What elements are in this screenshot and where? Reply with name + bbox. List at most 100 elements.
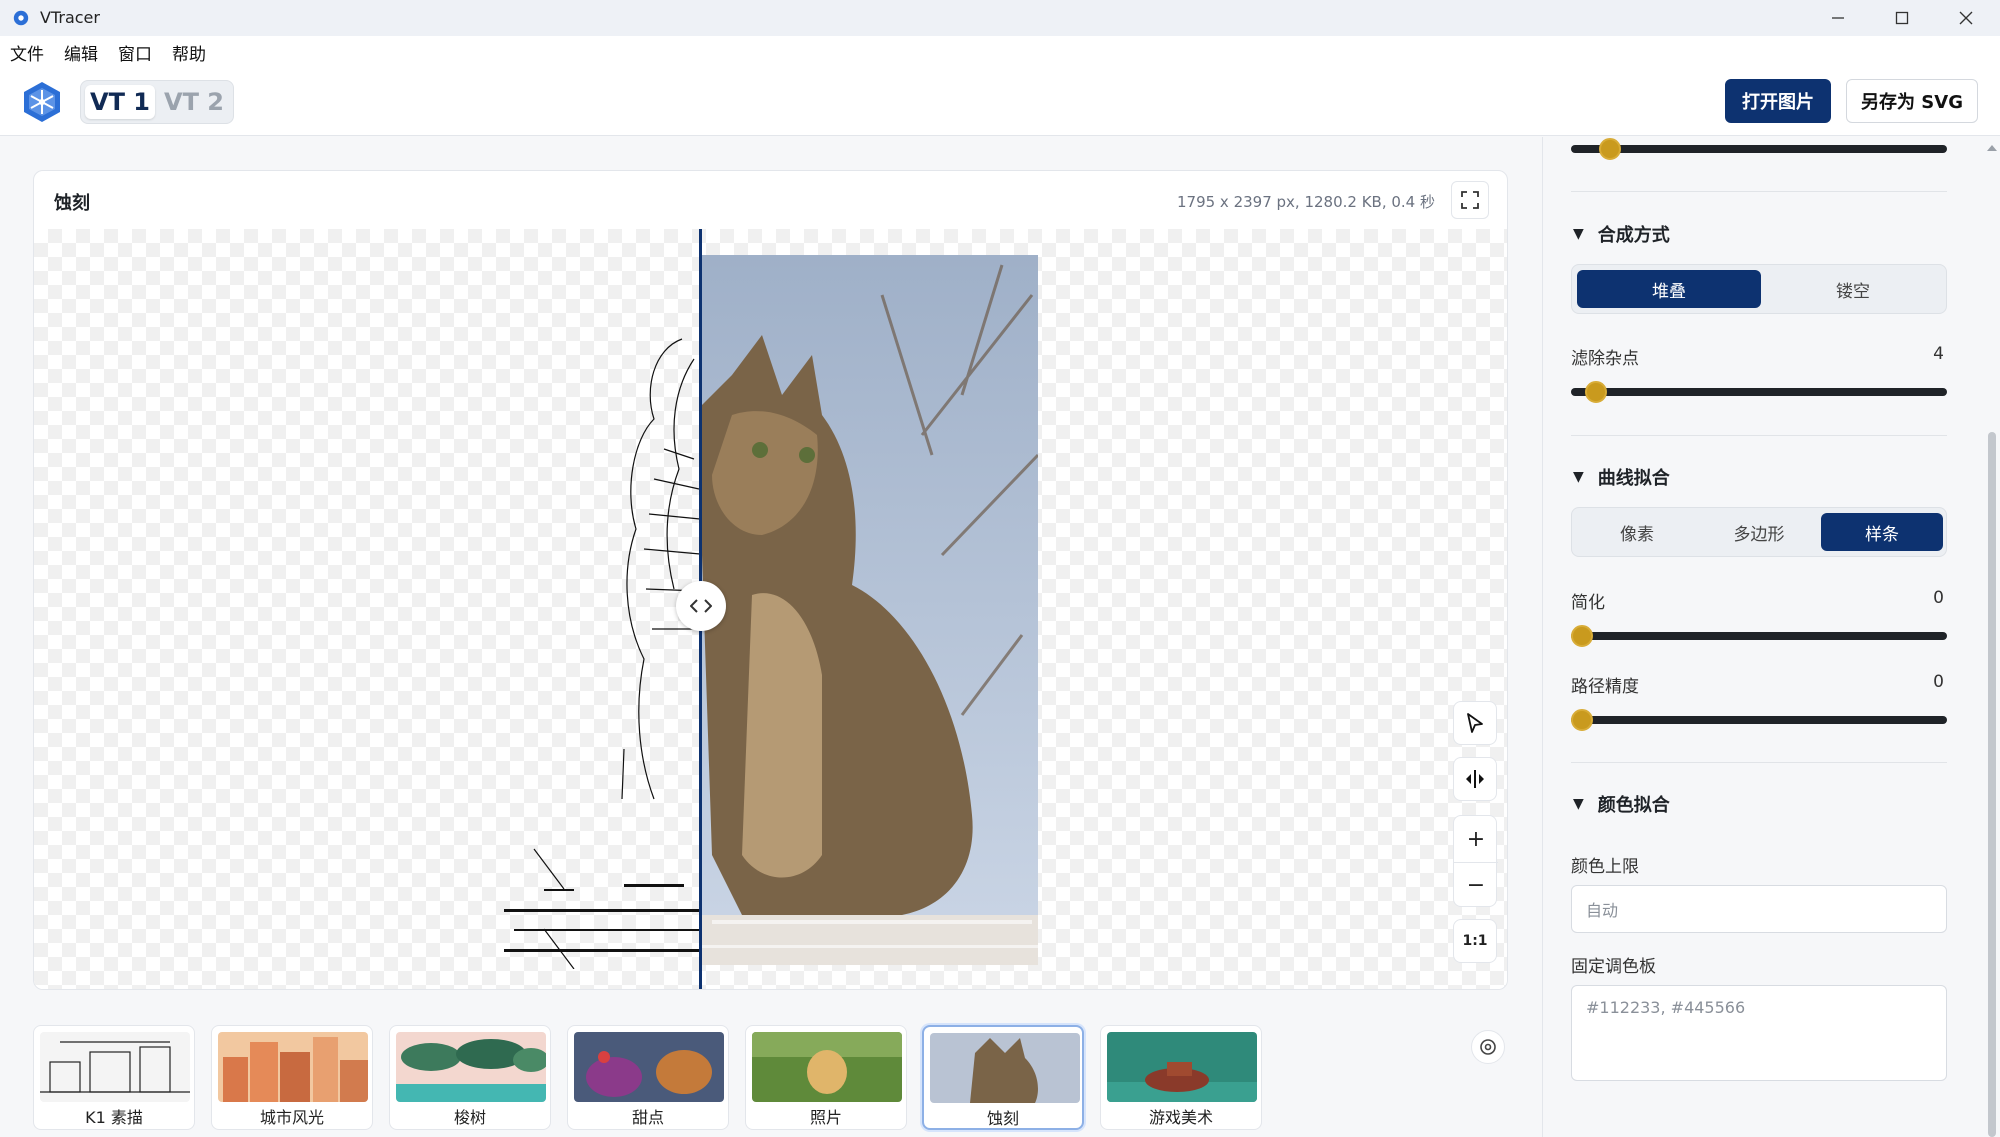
maximize-icon	[1895, 11, 1909, 25]
thumbnail-dessert[interactable]: 甜点	[567, 1025, 729, 1130]
option-cutout[interactable]: 镂空	[1763, 270, 1943, 308]
caret-down-icon: ▼	[1573, 796, 1584, 812]
preview-header: 蚀刻 1795 x 2397 px, 1280.2 KB, 0.4 秒	[34, 171, 1507, 229]
section-title: 颜色拟合	[1597, 795, 1670, 816]
toolbar: VT 1 VT 2 打开图片 另存为 SVG	[0, 68, 2000, 136]
path-precision-label: 路径精度	[1571, 677, 1639, 697]
close-button[interactable]	[1934, 0, 1998, 36]
fullscreen-icon	[1461, 191, 1479, 209]
select-tool-button[interactable]	[1453, 701, 1497, 745]
image-info: 1795 x 2397 px, 1280.2 KB, 0.4 秒	[1176, 193, 1435, 211]
caret-down-icon: ▼	[1573, 469, 1584, 485]
thumbnail-sketch[interactable]: K1 素描	[33, 1025, 195, 1130]
tab-vt2[interactable]: VT 2	[159, 85, 229, 119]
thumbnail-label: K1 素描	[85, 1108, 143, 1127]
slider-knob[interactable]	[1571, 625, 1593, 647]
thumbnail-image	[1107, 1032, 1257, 1102]
path-precision-value: 0	[1933, 672, 1944, 692]
divider	[1571, 435, 1947, 436]
thumbnail-label: 甜点	[631, 1108, 664, 1127]
thumbnail-label: 梭树	[453, 1108, 486, 1127]
path-precision-slider[interactable]	[1571, 709, 1947, 731]
curve-fitting-mode-toggle: 像素 多边形 样条	[1571, 507, 1947, 557]
option-polygon[interactable]: 多边形	[1699, 513, 1819, 551]
color-limit-input[interactable]: 自动	[1571, 885, 1947, 933]
scrollbar-thumb[interactable]	[1988, 432, 1996, 1137]
divider	[1571, 191, 1947, 192]
thumbnail-image	[40, 1032, 190, 1102]
menu-file[interactable]: 文件	[10, 40, 44, 65]
save-svg-button[interactable]: 另存为 SVG	[1846, 79, 1978, 123]
minimize-button[interactable]	[1806, 0, 1870, 36]
thumbnail-label: 游戏美术	[1148, 1108, 1213, 1127]
slider-knob[interactable]	[1571, 709, 1593, 731]
minus-icon: −	[1466, 873, 1486, 898]
thumbnail-trees[interactable]: 梭树	[389, 1025, 551, 1130]
color-fitting-section-header[interactable]: ▼ 颜色拟合	[1573, 791, 1670, 817]
thumbnail-label: 蚀刻	[986, 1109, 1019, 1128]
divider-handle[interactable]	[676, 581, 726, 631]
etched-output-image	[504, 338, 732, 969]
slider-knob[interactable]	[1599, 138, 1622, 160]
thumbnail-photo[interactable]: 照片	[745, 1025, 907, 1130]
split-compare-icon	[1466, 770, 1484, 788]
menu-window[interactable]: 窗口	[118, 40, 152, 65]
menu-help[interactable]: 帮助	[172, 40, 206, 65]
compare-canvas[interactable]: + − 1:1	[34, 229, 1507, 989]
plus-icon: +	[1466, 826, 1486, 852]
filter-speckle-label: 滤除杂点	[1571, 349, 1639, 369]
top-slider[interactable]	[1571, 138, 1947, 160]
thumbnail-cityscape[interactable]: 城市风光	[211, 1025, 373, 1130]
preview-panel: 蚀刻 1795 x 2397 px, 1280.2 KB, 0.4 秒 + − …	[33, 170, 1508, 990]
compare-toggle-button[interactable]	[1453, 757, 1497, 801]
section-title: 曲线拟合	[1597, 468, 1670, 489]
menu-bar: 文件 编辑 窗口 帮助	[0, 36, 2000, 68]
tab-vt1[interactable]: VT 1	[85, 85, 155, 119]
thumbnail-label: 城市风光	[259, 1108, 324, 1127]
thumbnail-image	[396, 1032, 546, 1102]
option-stacked[interactable]: 堆叠	[1577, 270, 1761, 308]
thumbnail-image	[752, 1032, 902, 1102]
title-bar: VTracer	[0, 0, 2000, 36]
maximize-button[interactable]	[1870, 0, 1934, 36]
pointer-icon	[1467, 713, 1483, 733]
option-pixel[interactable]: 像素	[1577, 513, 1697, 551]
sidebar-scrollbar[interactable]	[1984, 137, 2000, 1137]
fullscreen-button[interactable]	[1451, 181, 1489, 219]
color-limit-label: 颜色上限	[1571, 857, 1639, 877]
filter-speckle-value: 4	[1933, 344, 1944, 364]
curve-fitting-section-header[interactable]: ▼ 曲线拟合	[1573, 464, 1670, 490]
composition-section-header[interactable]: ▼ 合成方式	[1573, 221, 1670, 247]
thumbnail-image	[574, 1032, 724, 1102]
simplify-slider[interactable]	[1571, 625, 1947, 647]
gallery-settings-button[interactable]	[1471, 1030, 1505, 1064]
thumbnail-game-art[interactable]: 游戏美术	[1100, 1025, 1262, 1130]
fixed-palette-textarea[interactable]: #112233, #445566	[1571, 985, 1947, 1081]
divider	[1571, 762, 1947, 763]
gear-icon	[1480, 1039, 1496, 1055]
minimize-icon	[1832, 17, 1844, 19]
zoom-in-button[interactable]: +	[1454, 816, 1498, 862]
logo-icon	[24, 82, 60, 122]
open-image-button[interactable]: 打开图片	[1725, 79, 1831, 123]
fixed-palette-label: 固定调色板	[1571, 957, 1656, 977]
window-title: VTracer	[40, 8, 100, 27]
app-icon	[13, 10, 29, 26]
zoom-out-button[interactable]: −	[1454, 862, 1498, 908]
chevron-left-right-icon	[690, 599, 712, 613]
settings-sidebar: ▼ 合成方式 堆叠 镂空 滤除杂点 4 ▼ 曲线拟合 像素 多边形 样条 简化 …	[1542, 137, 1982, 1137]
composition-mode-toggle: 堆叠 镂空	[1571, 264, 1947, 314]
menu-edit[interactable]: 编辑	[64, 40, 98, 65]
thumbnail-image	[218, 1032, 368, 1102]
slider-knob[interactable]	[1585, 381, 1608, 403]
filter-speckle-slider[interactable]	[1571, 381, 1947, 403]
thumbnail-etching[interactable]: 蚀刻	[922, 1025, 1084, 1130]
scroll-up-icon	[1987, 145, 1997, 151]
option-spline[interactable]: 样条	[1821, 513, 1943, 551]
version-switch: VT 1 VT 2	[80, 80, 234, 124]
source-photo	[702, 255, 1038, 965]
close-icon	[1959, 11, 1973, 25]
zoom-reset-button[interactable]: 1:1	[1453, 919, 1497, 963]
zoom-controls: + −	[1453, 815, 1498, 908]
preview-title: 蚀刻	[54, 193, 90, 214]
